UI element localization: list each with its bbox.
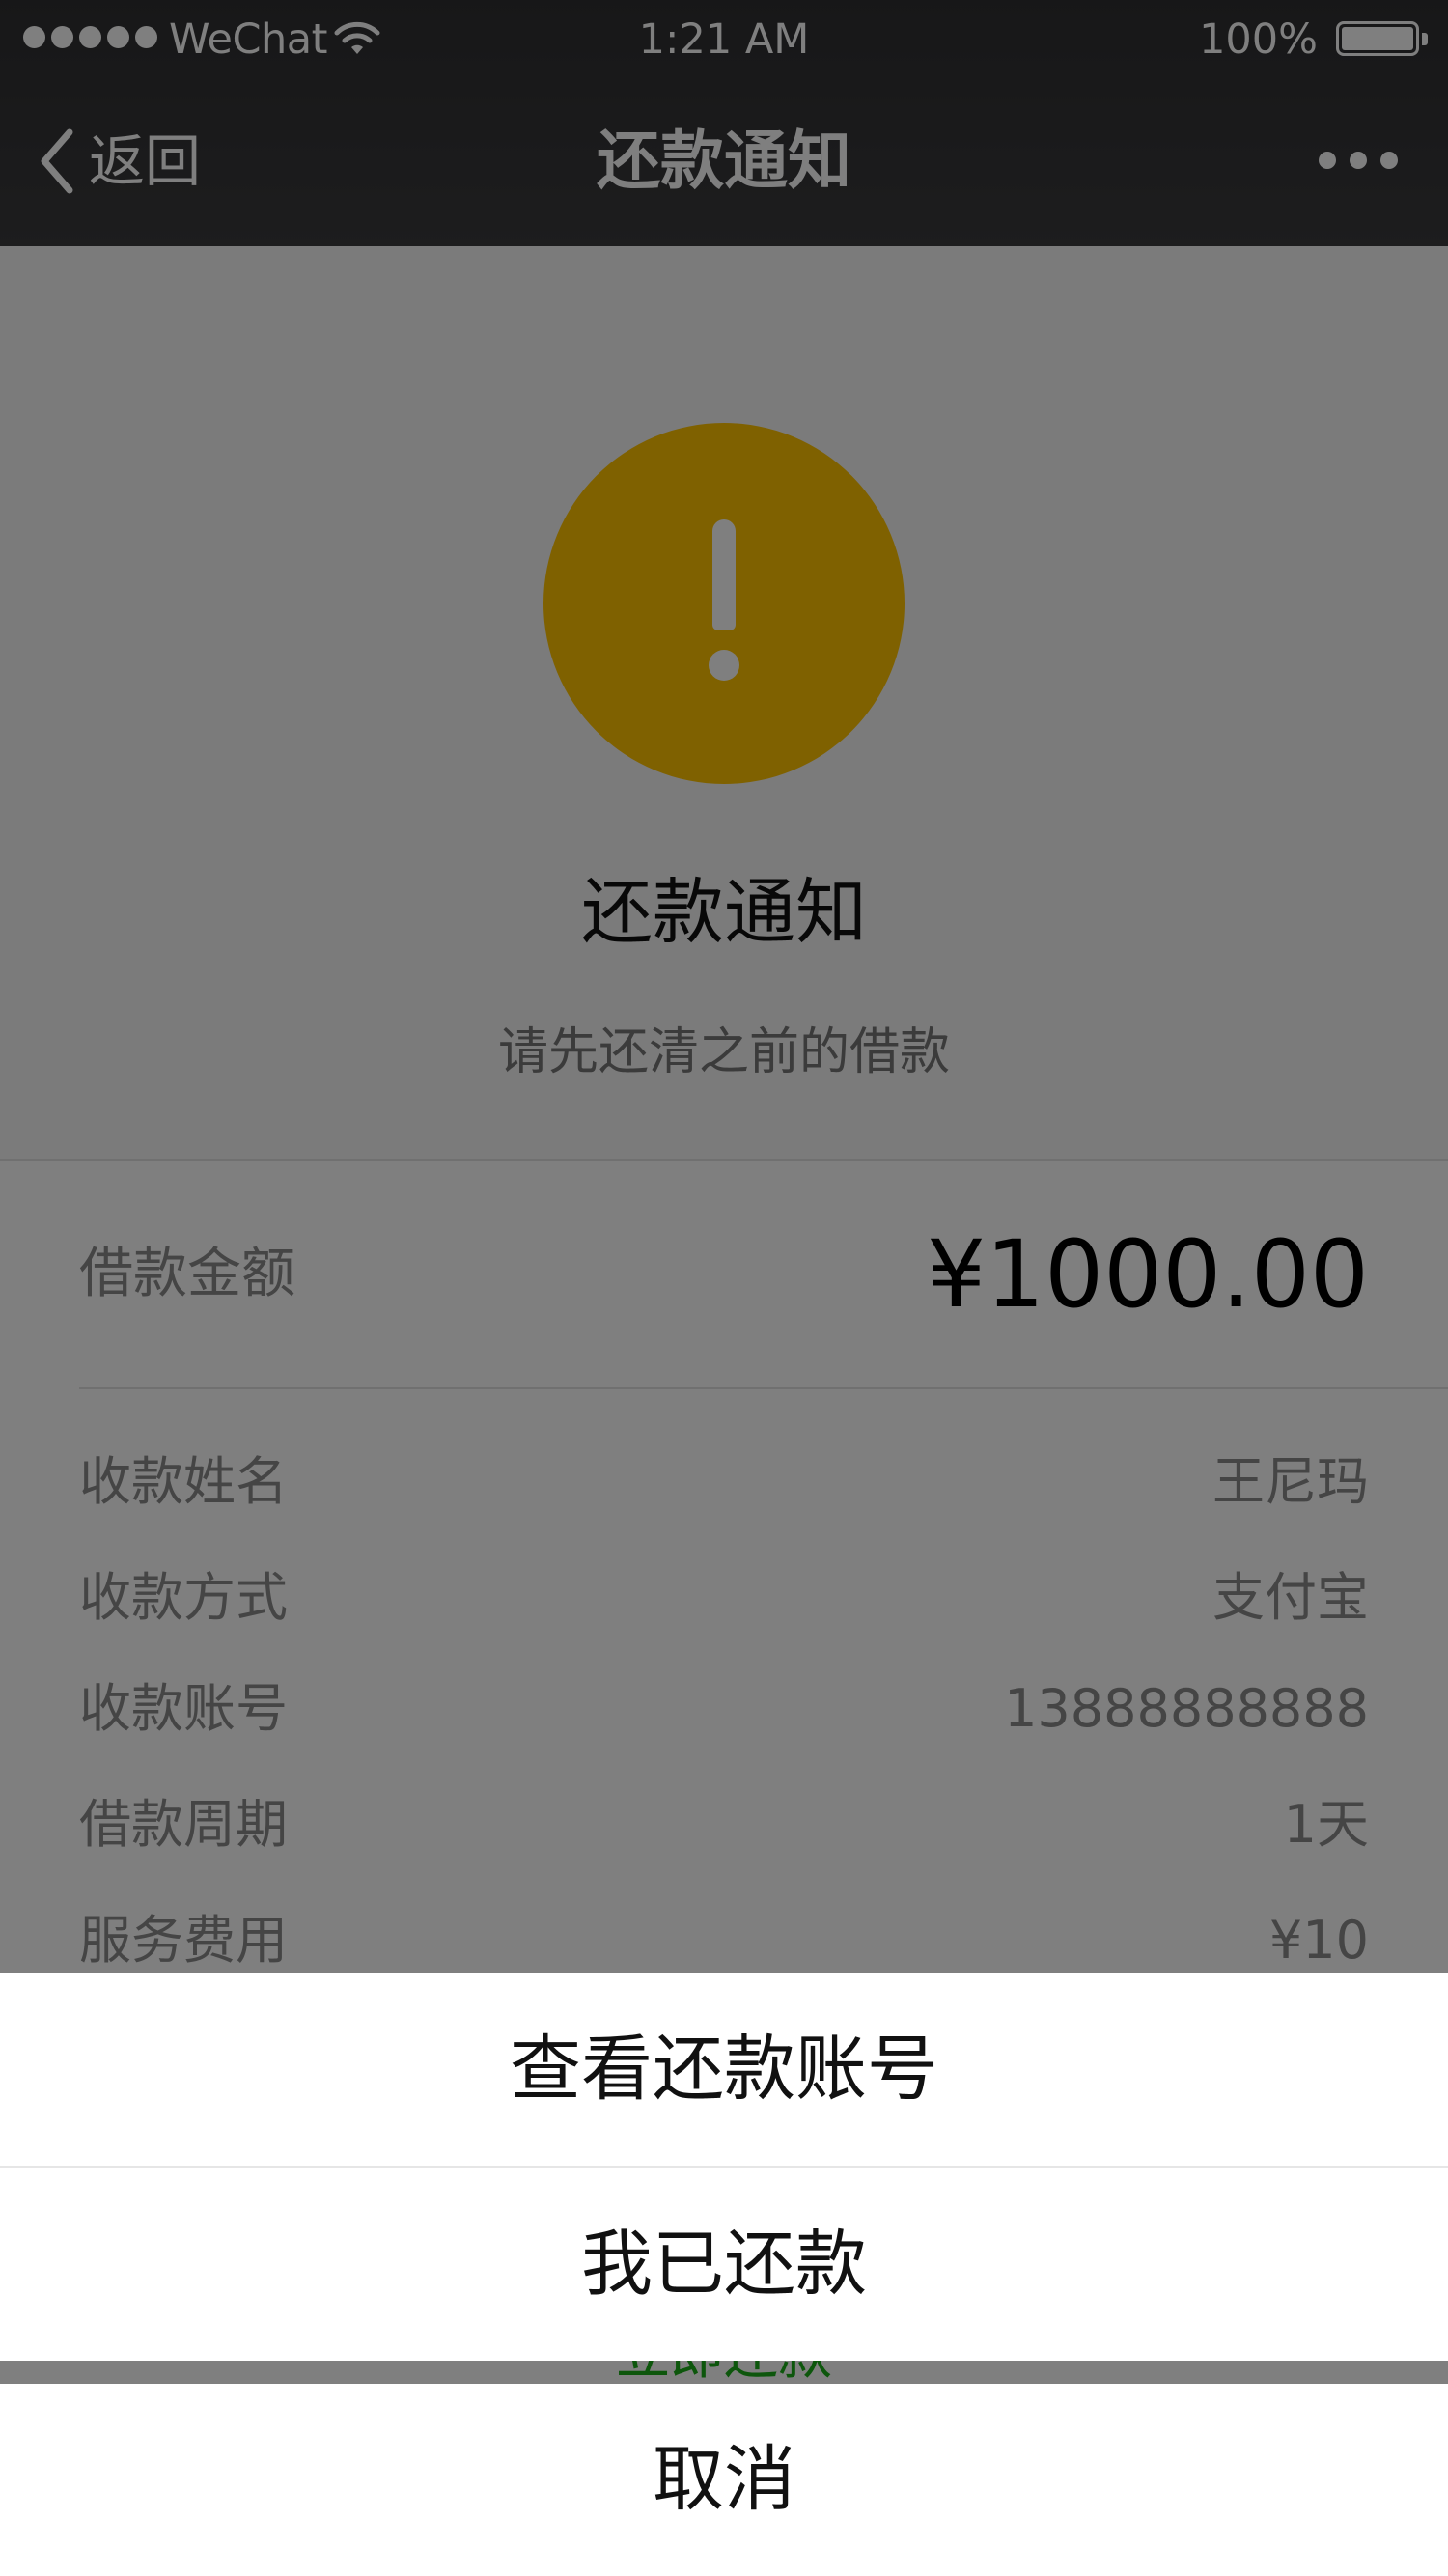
already-repaid-button[interactable]: 我已还款 bbox=[0, 2168, 1448, 2361]
action-sheet-gap bbox=[0, 2361, 1448, 2384]
view-repayment-account-button[interactable]: 查看还款账号 bbox=[0, 1973, 1448, 2166]
cancel-button[interactable]: 取消 bbox=[0, 2384, 1448, 2576]
action-sheet: 查看还款账号 我已还款 取消 bbox=[0, 1973, 1448, 2576]
